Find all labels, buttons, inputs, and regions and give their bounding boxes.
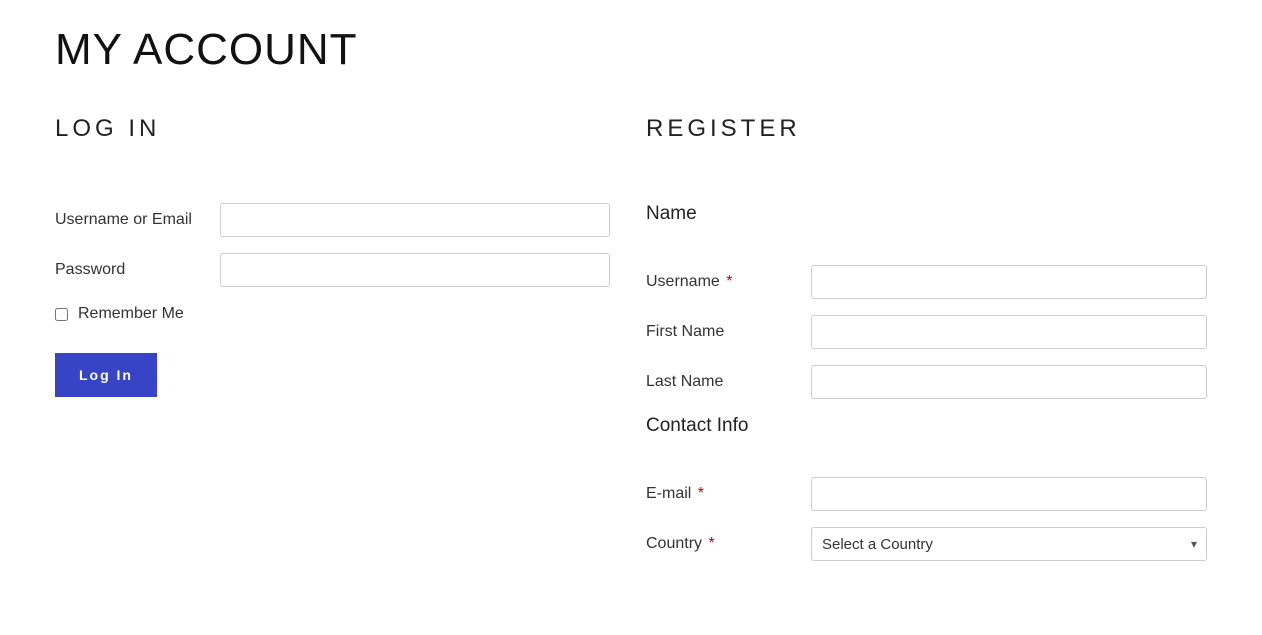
login-heading: LOG IN [55, 115, 616, 143]
remember-me-row: Remember Me [55, 305, 616, 323]
remember-me-label: Remember Me [78, 305, 184, 323]
register-name-section: Name [646, 203, 1207, 225]
register-email-input[interactable] [811, 477, 1207, 511]
register-username-row: Username * [646, 265, 1207, 299]
register-column: REGISTER Name Username * First Name Last… [646, 115, 1207, 577]
login-password-row: Password [55, 253, 610, 287]
register-email-label: E-mail * [646, 485, 811, 503]
login-password-label: Password [55, 261, 220, 279]
register-lastname-label: Last Name [646, 373, 811, 391]
register-username-label-text: Username [646, 273, 720, 290]
required-marker: * [708, 535, 714, 552]
login-username-label: Username or Email [55, 211, 220, 229]
login-button[interactable]: Log In [55, 353, 157, 397]
register-firstname-row: First Name [646, 315, 1207, 349]
login-password-input[interactable] [220, 253, 610, 287]
register-username-label: Username * [646, 273, 811, 291]
login-username-input[interactable] [220, 203, 610, 237]
register-firstname-label: First Name [646, 323, 811, 341]
page-title: MY ACCOUNT [55, 25, 1207, 75]
required-marker: * [726, 273, 732, 290]
country-select-wrapper: Select a Country [811, 527, 1207, 561]
register-country-select[interactable]: Select a Country [811, 527, 1207, 561]
register-username-input[interactable] [811, 265, 1207, 299]
login-column: LOG IN Username or Email Password Rememb… [55, 115, 616, 577]
register-email-row: E-mail * [646, 477, 1207, 511]
required-marker: * [698, 485, 704, 502]
register-lastname-row: Last Name [646, 365, 1207, 399]
register-country-label-text: Country [646, 535, 702, 552]
register-email-label-text: E-mail [646, 485, 691, 502]
register-country-row: Country * Select a Country [646, 527, 1207, 561]
login-username-row: Username or Email [55, 203, 610, 237]
register-heading: REGISTER [646, 115, 1207, 143]
register-country-label: Country * [646, 535, 811, 553]
register-firstname-input[interactable] [811, 315, 1207, 349]
content-columns: LOG IN Username or Email Password Rememb… [55, 115, 1207, 577]
register-contact-section: Contact Info [646, 415, 1207, 437]
register-lastname-input[interactable] [811, 365, 1207, 399]
remember-me-checkbox[interactable] [55, 308, 68, 321]
